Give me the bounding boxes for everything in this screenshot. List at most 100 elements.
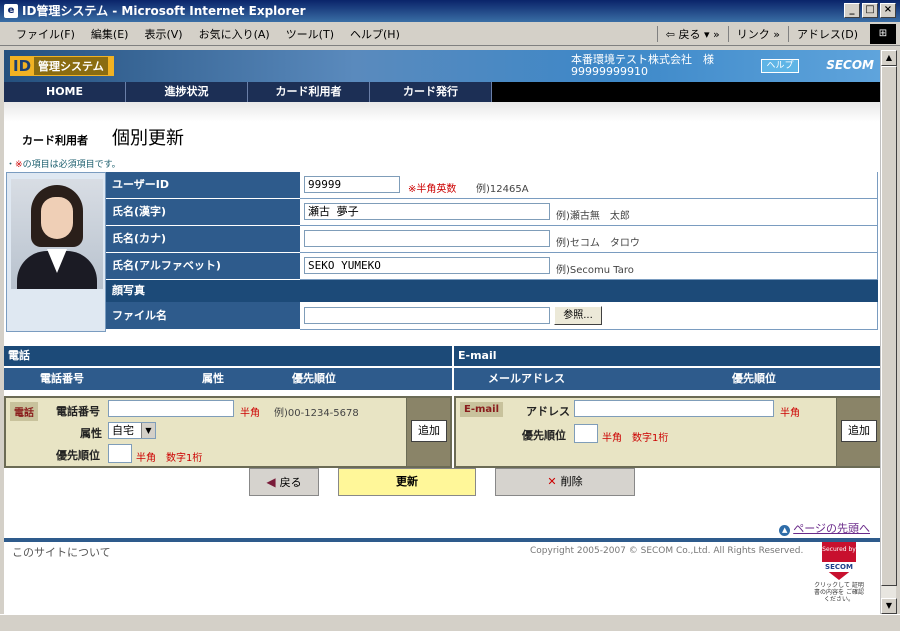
phone-number-note: 半角 [240,408,260,419]
menu-tools[interactable]: ツール(T) [278,26,342,42]
update-button[interactable]: 更新 [338,468,476,496]
menu-help[interactable]: ヘルプ(H) [342,26,408,42]
required-mark: ※ [15,160,23,170]
name-kana-input[interactable] [304,230,550,247]
page-title: 個別更新 [112,128,184,149]
photo-section-header: 顔写真 [106,280,878,302]
browser-statusbar [0,614,900,631]
scroll-up-icon[interactable]: ▲ [881,50,897,66]
chevron-down-icon: ▼ [141,423,155,438]
file-name-label: ファイル名 [106,302,300,330]
nav-home[interactable]: HOME [4,82,126,102]
email-section-header: E-mail [454,346,880,366]
required-note-text: の項目は必須項目です。 [22,160,121,170]
user-id-example: 例)12465A [476,184,529,195]
phone-col-number: 電話番号 [40,372,84,385]
page-category: カード利用者 [22,134,88,147]
email-add-button[interactable]: 追加 [841,420,877,442]
menu-view[interactable]: 表示(V) [136,26,190,42]
phone-col-priority: 優先順位 [292,372,336,385]
name-kana-example: 例)セコム タロウ [556,238,640,249]
email-address-note: 半角 [780,408,800,419]
minimize-button[interactable]: _ [844,3,860,18]
maximize-button[interactable]: □ [862,3,878,18]
page-top-label: ページの先頭へ [793,522,870,535]
name-kanji-label: 氏名(漢字) [106,199,300,226]
name-kanji-example: 例)瀬古無 太郎 [556,211,630,222]
required-note: ・※の項目は必須項目です。 [6,160,121,170]
phone-section-header: 電話 [4,346,452,366]
delete-button-label: 削除 [560,475,583,488]
phone-add-button[interactable]: 追加 [411,420,447,442]
back-button[interactable]: ◀ 戻る [249,468,319,496]
email-entry-box: E-mail アドレス 半角 優先順位 半角 数字1桁 追加 [454,396,880,468]
phone-tag: 電話 [10,402,38,421]
ie-app-icon: e [4,4,18,18]
window-title: ID管理システム - Microsoft Internet Explorer [22,4,306,18]
phone-col-attr: 属性 [202,372,224,385]
browse-button[interactable]: 参照... [554,306,602,325]
about-site-link[interactable]: このサイトについて [12,544,111,560]
email-address-input[interactable] [574,400,774,417]
user-id-cell: 99999 ※半角英数 例)12465A [300,172,878,199]
secom-security-badge[interactable]: Secured by SECOM クリックして 証明書の内容を ご確認ください。 [814,542,864,610]
phone-attr-value: 自宅 [112,424,134,437]
user-id-input[interactable]: 99999 [304,176,400,193]
name-alpha-label: 氏名(アルファベット) [106,253,300,280]
company-info: 本番環境テスト株式会社 様 99999999910 [571,54,714,78]
file-name-input[interactable] [304,307,550,324]
main-navigation: HOME 進捗状況 カード利用者 カード発行 [4,82,880,102]
shield-icon: Secured by [822,542,856,580]
browser-back-button[interactable]: ⇦ 戻る ▾ » [656,25,728,42]
email-col-address: メールアドレス [488,372,565,385]
phone-priority-note: 半角 数字1桁 [136,453,203,464]
back-arrow-icon: ⇦ [665,27,679,41]
delete-button[interactable]: ✕ 削除 [495,468,635,496]
app-logo[interactable]: ID 管理システム [10,56,114,76]
scroll-down-icon[interactable]: ▼ [881,598,897,614]
phone-priority-label: 優先順位 [56,449,100,462]
badge-note: クリックして 証明書の内容を ご確認ください。 [814,582,864,603]
name-kanji-input[interactable]: 瀬古 夢子 [304,203,550,220]
close-button[interactable]: × [880,3,896,18]
phone-priority-input[interactable] [108,444,132,463]
name-alpha-input[interactable]: SEKO YUMEKO [304,257,550,274]
phone-attr-label: 属性 [80,427,102,440]
phone-number-input[interactable] [108,400,234,417]
name-kana-label: 氏名(カナ) [106,226,300,253]
address-button[interactable]: アドレス(D) [787,25,866,42]
links-button[interactable]: リンク » [727,25,788,42]
nav-card-issue[interactable]: カード発行 [370,82,492,102]
menu-favorites[interactable]: お気に入り(A) [191,26,278,42]
menu-file[interactable]: ファイル(F) [8,26,83,42]
arrow-up-icon: ▲ [779,525,791,536]
email-tag: E-mail [460,402,504,417]
logo-system: 管理システム [34,57,108,75]
browser-menubar: ファイル(F) 編集(E) 表示(V) お気に入り(A) ツール(T) ヘルプ(… [0,22,900,46]
name-alpha-example: 例)Secomu Taro [556,265,634,276]
company-code: 99999999910 [571,65,648,78]
page-top-link[interactable]: ▲ ページの先頭へ [779,520,870,536]
phone-attr-select[interactable]: 自宅 ▼ [108,422,156,439]
vertical-scrollbar[interactable]: ▲ ▼ [880,50,897,614]
photo-cell [6,172,106,332]
nav-card-users[interactable]: カード利用者 [248,82,370,102]
scroll-thumb[interactable] [881,66,897,586]
badge-secured-by: Secured by [822,546,856,553]
name-kanji-cell: 瀬古 夢子 例)瀬古無 太郎 [300,199,878,226]
nav-progress[interactable]: 進捗状況 [126,82,248,102]
file-name-cell: 参照... [300,302,878,330]
help-button[interactable]: ヘルプ [761,59,799,73]
email-col-priority: 優先順位 [732,372,776,385]
logo-id: ID [13,57,32,75]
email-priority-label: 優先順位 [522,429,566,442]
phone-number-example: 例)00-1234-5678 [274,408,359,419]
site-header: ID 管理システム 本番環境テスト株式会社 様 99999999910 ヘルプ … [4,50,880,82]
email-priority-input[interactable] [574,424,598,443]
email-columns: メールアドレス 優先順位 [454,368,880,390]
page-viewport: ID 管理システム 本番環境テスト株式会社 様 99999999910 ヘルプ … [4,50,880,614]
phone-number-label: 電話番号 [56,405,100,418]
menu-edit[interactable]: 編集(E) [83,26,137,42]
phone-columns: 電話番号 属性 優先順位 [4,368,452,390]
footer-divider [4,538,880,542]
